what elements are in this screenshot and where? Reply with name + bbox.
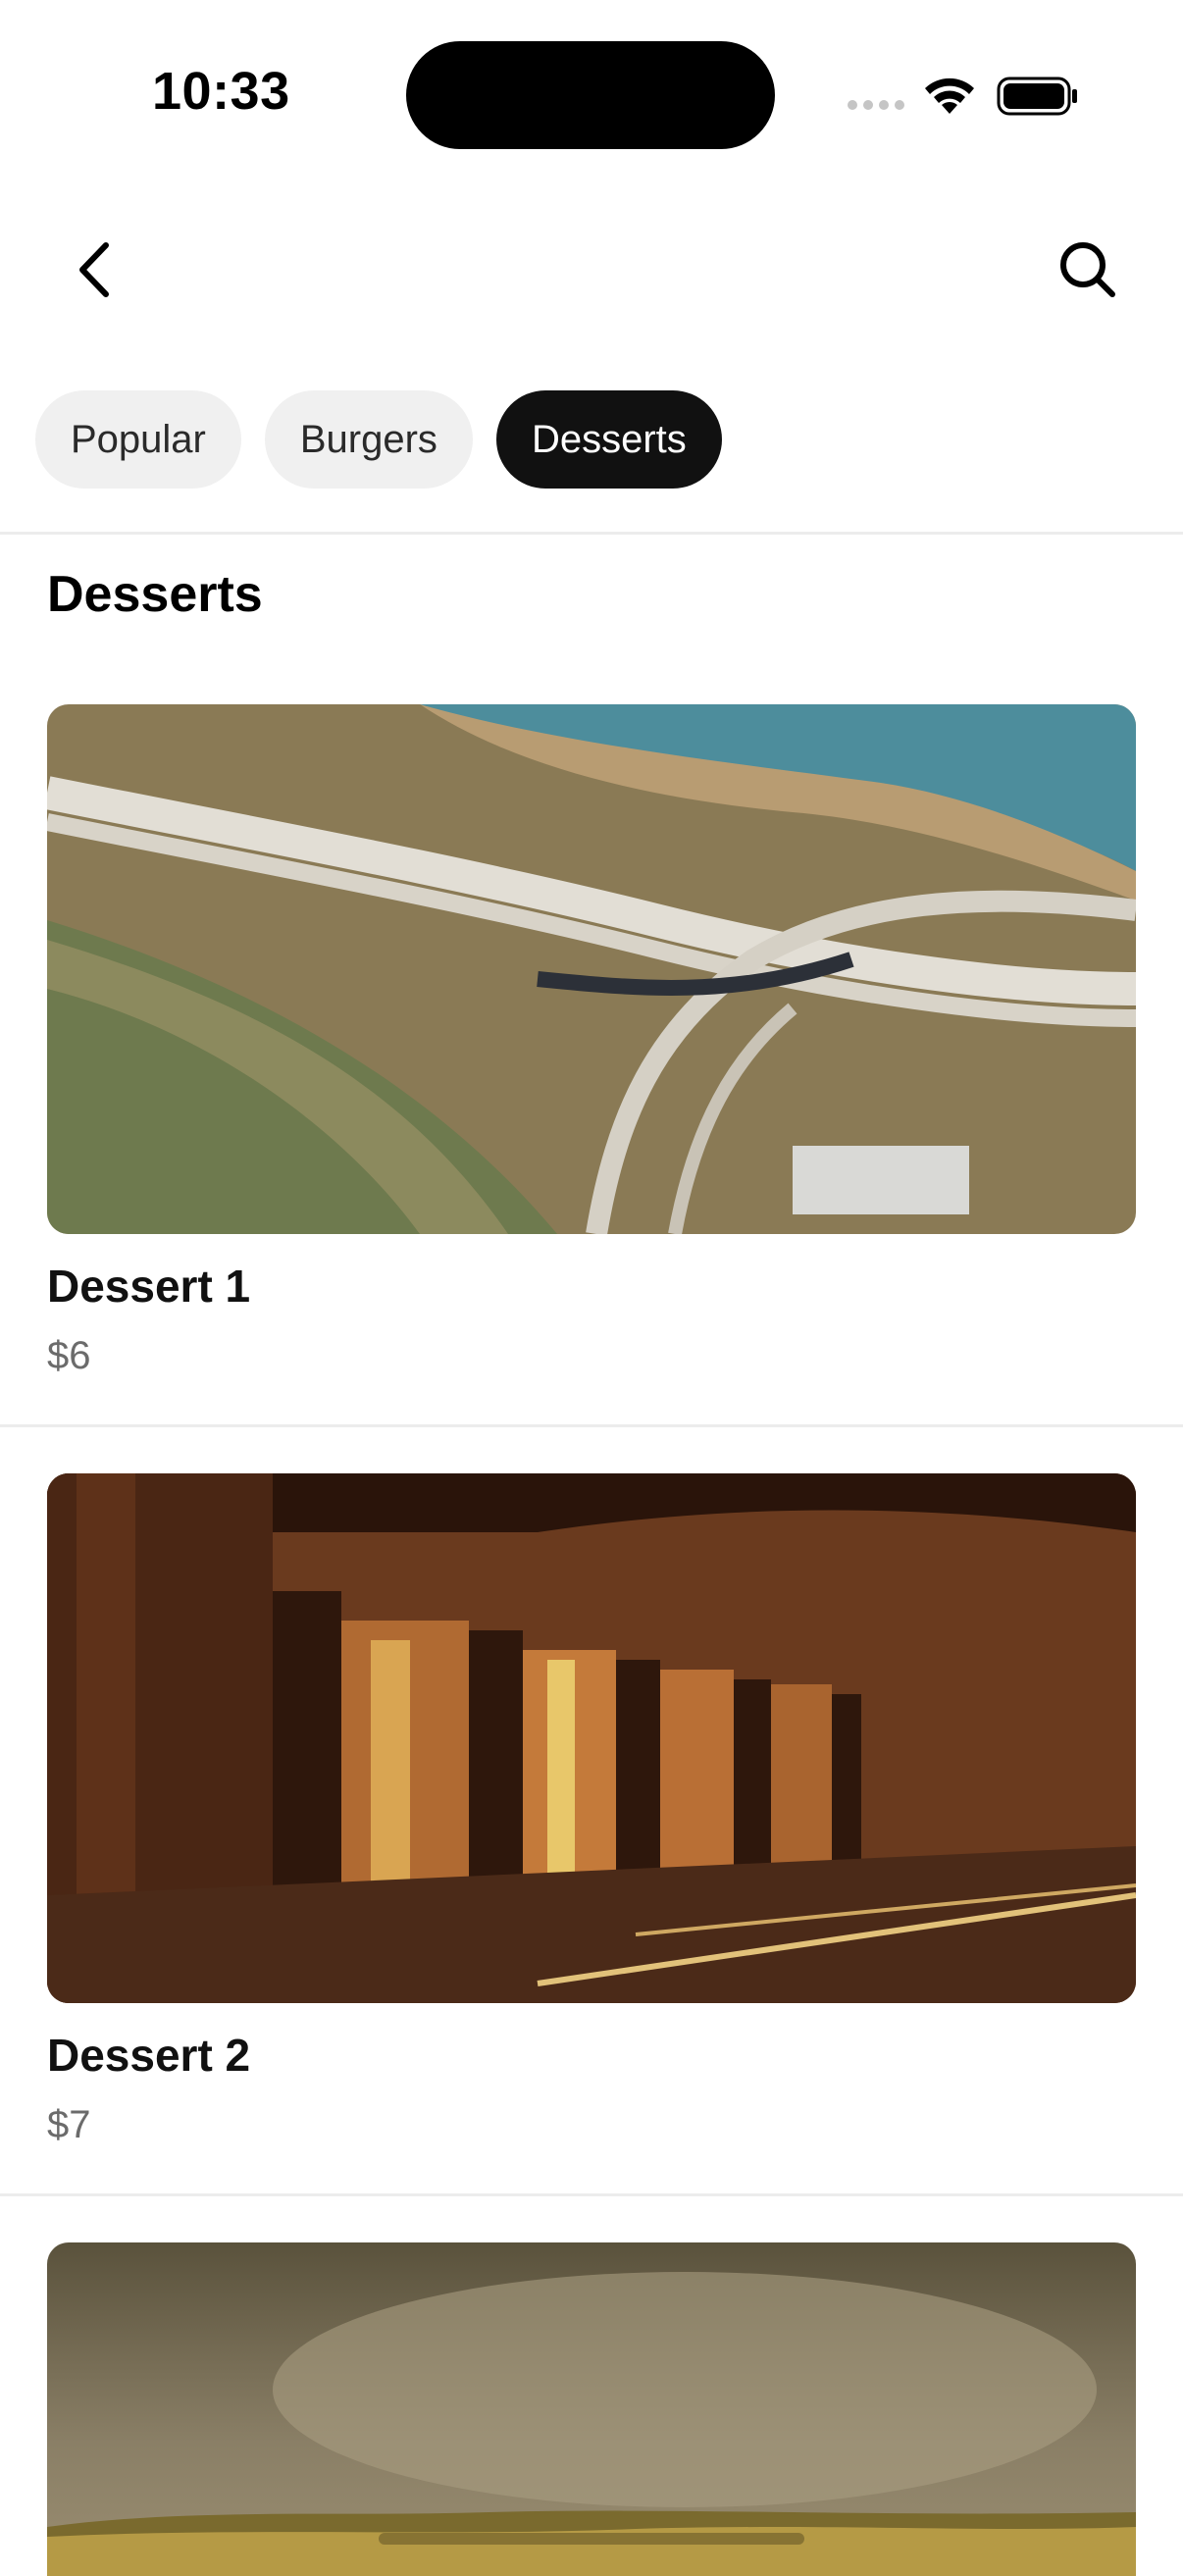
menu-item-image bbox=[47, 704, 1136, 1234]
divider bbox=[0, 1424, 1183, 1427]
menu-item-card[interactable]: Dessert 1 $6 bbox=[47, 704, 1136, 1378]
cellular-signal-icon bbox=[848, 100, 904, 110]
status-bar: 10:33 bbox=[0, 0, 1183, 186]
menu-item-card[interactable] bbox=[47, 2242, 1136, 2576]
tab-desserts[interactable]: Desserts bbox=[495, 390, 722, 489]
divider bbox=[0, 532, 1183, 535]
search-button[interactable] bbox=[1054, 235, 1122, 304]
dynamic-island bbox=[406, 41, 775, 149]
menu-item-price: $7 bbox=[47, 2103, 91, 2146]
home-indicator bbox=[379, 2533, 804, 2545]
wifi-icon bbox=[925, 77, 974, 114]
section-title: Desserts bbox=[47, 566, 263, 623]
back-button[interactable] bbox=[61, 235, 129, 304]
tab-burgers[interactable]: Burgers bbox=[264, 390, 473, 489]
tab-popular[interactable]: Popular bbox=[35, 390, 241, 489]
battery-icon bbox=[997, 77, 1077, 116]
menu-item-price: $6 bbox=[47, 1334, 91, 1377]
status-time: 10:33 bbox=[152, 62, 290, 121]
menu-item-image bbox=[47, 2242, 1136, 2576]
top-nav-bar bbox=[0, 206, 1183, 324]
divider bbox=[0, 2193, 1183, 2196]
menu-item-image bbox=[47, 1473, 1136, 2003]
category-tabs: Popular Burgers Desserts bbox=[35, 390, 722, 489]
menu-item-name: Dessert 1 bbox=[47, 1261, 251, 1312]
menu-item-name: Dessert 2 bbox=[47, 2030, 251, 2081]
menu-item-card[interactable]: Dessert 2 $7 bbox=[47, 1473, 1136, 2147]
